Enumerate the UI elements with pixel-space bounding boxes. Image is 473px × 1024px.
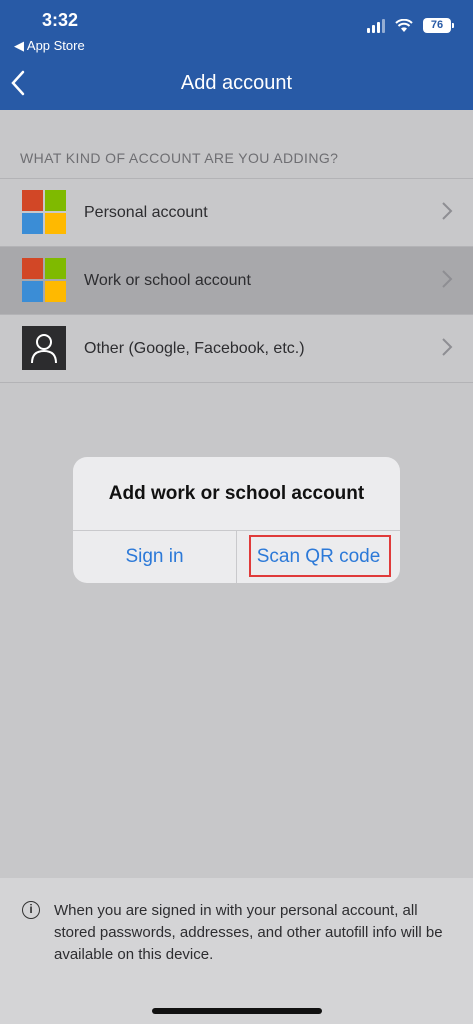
work-school-account-row[interactable]: Work or school account <box>0 247 473 315</box>
app-store-back-link[interactable]: ◀ App Store <box>14 38 85 54</box>
account-type-list: Personal account Work or school account … <box>0 178 473 383</box>
home-indicator <box>152 1008 322 1014</box>
status-time: 3:32 <box>42 10 79 30</box>
battery-icon: 76 <box>423 18 454 33</box>
highlight-box <box>249 535 391 577</box>
microsoft-logo-icon <box>22 258 66 302</box>
person-icon <box>22 326 66 370</box>
page-title: Add account <box>180 72 293 94</box>
row-label: Other (Google, Facebook, etc.) <box>84 339 305 357</box>
info-footer: i When you are signed in with your perso… <box>0 878 473 1024</box>
footer-info-text: When you are signed in with your persona… <box>54 902 443 963</box>
chevron-right-icon <box>442 202 453 220</box>
info-icon: i <box>22 901 40 919</box>
personal-account-row[interactable]: Personal account <box>0 179 473 247</box>
cellular-signal-icon <box>367 18 385 33</box>
row-label: Personal account <box>84 203 208 221</box>
add-work-account-dialog: Add work or school account Sign in Scan … <box>73 457 400 583</box>
wifi-icon <box>395 18 413 32</box>
status-icons: 76 <box>367 18 454 33</box>
sign-in-button[interactable]: Sign in <box>73 531 236 583</box>
app-header: 3:32 ◀ App Store 76 Add account <box>0 0 473 110</box>
microsoft-logo-icon <box>22 190 66 234</box>
chevron-right-icon <box>442 270 453 288</box>
other-account-row[interactable]: Other (Google, Facebook, etc.) <box>0 315 473 383</box>
dialog-title: Add work or school account <box>108 483 365 504</box>
section-label: WHAT KIND OF ACCOUNT ARE YOU ADDING? <box>20 150 339 166</box>
row-label: Work or school account <box>84 271 251 289</box>
chevron-right-icon <box>442 338 453 356</box>
